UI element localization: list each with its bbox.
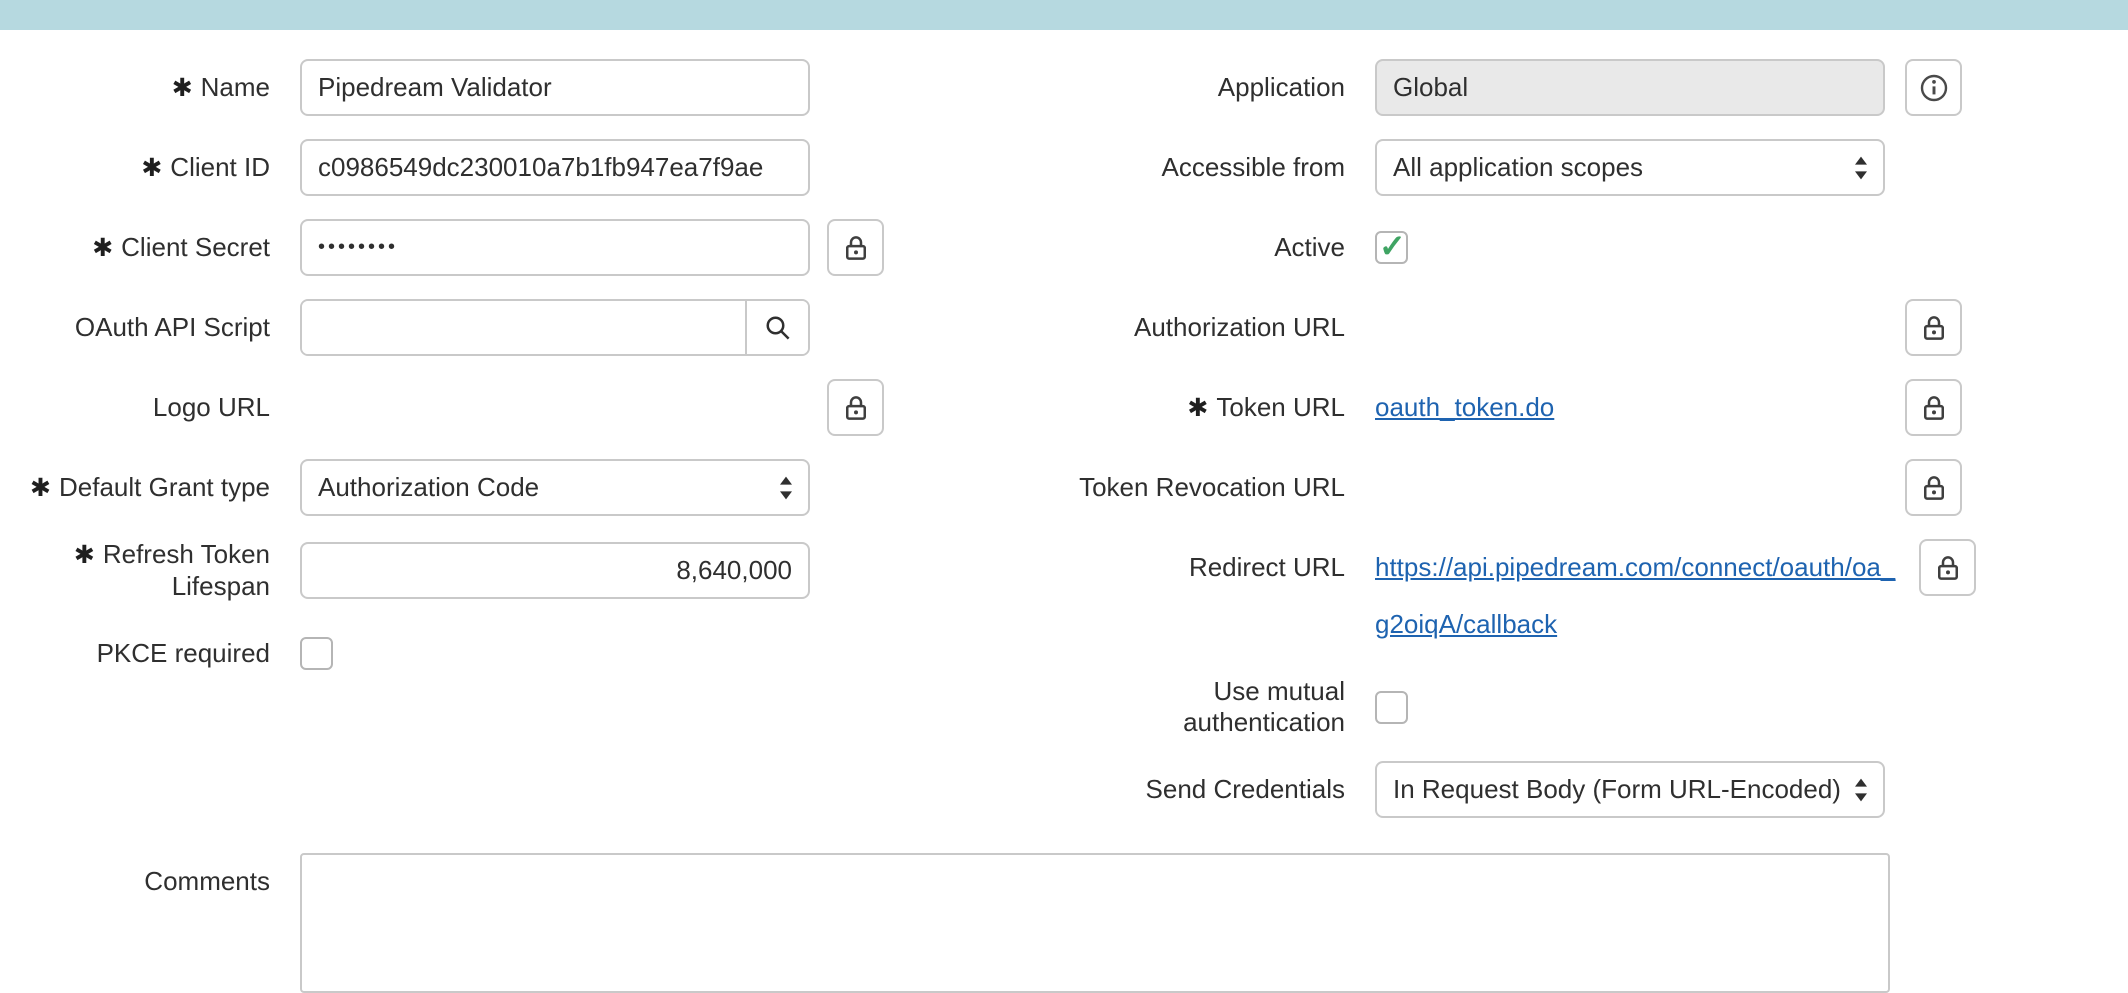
select-arrows-icon	[1853, 154, 1869, 182]
redirect-url-label: Redirect URL	[1045, 552, 1345, 583]
oauth-api-script-reference-group	[300, 299, 810, 356]
field-row-token-revocation-url: Token Revocation URL	[1045, 459, 1976, 516]
required-asterisk-icon: ✱	[1187, 394, 1208, 422]
refresh-token-lifespan-label: ✱Refresh Token Lifespan	[0, 539, 270, 602]
use-mutual-authentication-checkbox[interactable]	[1375, 691, 1408, 724]
authorization-url-lock-button[interactable]	[1905, 299, 1962, 356]
logo-url-lock-button[interactable]	[827, 379, 884, 436]
accessible-from-selected-value: All application scopes	[1393, 152, 1643, 183]
form-column-right: Application Accessible from All applicat…	[1045, 59, 1976, 841]
field-row-logo-url: Logo URL	[0, 379, 884, 436]
field-row-send-credentials: Send Credentials In Request Body (Form U…	[1045, 761, 1976, 818]
info-icon	[1918, 72, 1950, 104]
accessible-from-label: Accessible from	[1045, 152, 1345, 183]
lock-icon	[1919, 313, 1949, 343]
client-secret-input[interactable]	[300, 219, 810, 276]
default-grant-type-selected-value: Authorization Code	[318, 472, 539, 503]
client-secret-label: ✱Client Secret	[0, 232, 270, 264]
use-mutual-authentication-label: Use mutual authentication	[1045, 676, 1345, 738]
select-arrows-icon	[1853, 776, 1869, 804]
send-credentials-select[interactable]: In Request Body (Form URL-Encoded)	[1375, 761, 1885, 818]
field-row-use-mutual-authentication: Use mutual authentication	[1045, 676, 1976, 738]
required-asterisk-icon: ✱	[74, 541, 95, 569]
field-row-active: Active	[1045, 219, 1976, 276]
authorization-url-label: Authorization URL	[1045, 312, 1345, 343]
field-row-client-id: ✱Client ID	[0, 139, 884, 196]
field-row-pkce-required: PKCE required	[0, 625, 884, 682]
send-credentials-selected-value: In Request Body (Form URL-Encoded)	[1393, 774, 1841, 805]
lock-icon	[1919, 473, 1949, 503]
field-row-token-url: ✱Token URL oauth_token.do	[1045, 379, 1976, 436]
field-row-name: ✱Name	[0, 59, 884, 116]
required-asterisk-icon: ✱	[30, 474, 51, 502]
client-secret-lock-button[interactable]	[827, 219, 884, 276]
logo-url-empty-value	[300, 379, 810, 436]
token-revocation-url-label: Token Revocation URL	[1045, 472, 1345, 503]
lock-icon	[841, 393, 871, 423]
field-row-client-secret: ✱Client Secret	[0, 219, 884, 276]
comments-label: Comments	[0, 866, 270, 897]
redirect-url-link[interactable]: https://api.pipedream.com/connect/oauth/…	[1375, 552, 1895, 639]
authorization-url-empty-value	[1375, 299, 1885, 356]
active-label: Active	[1045, 232, 1345, 263]
refresh-token-lifespan-input[interactable]	[300, 542, 810, 599]
token-revocation-url-lock-button[interactable]	[1905, 459, 1962, 516]
field-row-default-grant-type: ✱Default Grant type Authorization Code	[0, 459, 884, 516]
required-asterisk-icon: ✱	[141, 154, 162, 182]
pkce-required-checkbox[interactable]	[300, 637, 333, 670]
lock-icon	[1933, 553, 1963, 583]
token-url-link[interactable]: oauth_token.do	[1375, 392, 1554, 423]
accessible-from-select[interactable]: All application scopes	[1375, 139, 1885, 196]
application-info-button[interactable]	[1905, 59, 1962, 116]
required-asterisk-icon: ✱	[172, 74, 193, 102]
search-icon	[763, 313, 793, 343]
token-revocation-url-empty-value	[1375, 459, 1885, 516]
oauth-api-script-input[interactable]	[302, 301, 745, 354]
field-row-authorization-url: Authorization URL	[1045, 299, 1976, 356]
form-column-left: ✱Name ✱Client ID ✱Client Secret OAuth AP…	[0, 59, 884, 705]
field-row-comments: Comments	[0, 853, 1890, 993]
top-header-strip	[0, 0, 2128, 30]
oauth-api-script-label: OAuth API Script	[0, 312, 270, 343]
select-arrows-icon	[778, 474, 794, 502]
name-input[interactable]	[300, 59, 810, 116]
lock-icon	[1919, 393, 1949, 423]
default-grant-type-select[interactable]: Authorization Code	[300, 459, 810, 516]
send-credentials-label: Send Credentials	[1045, 774, 1345, 805]
field-row-oauth-api-script: OAuth API Script	[0, 299, 884, 356]
oauth-api-script-lookup-button[interactable]	[745, 301, 808, 354]
lock-icon	[841, 233, 871, 263]
comments-textarea[interactable]	[300, 853, 1890, 993]
pkce-required-label: PKCE required	[0, 638, 270, 669]
name-label: ✱Name	[0, 72, 270, 104]
field-row-application: Application	[1045, 59, 1976, 116]
token-url-label: ✱Token URL	[1045, 392, 1345, 424]
client-id-input[interactable]	[300, 139, 810, 196]
default-grant-type-label: ✱Default Grant type	[0, 472, 270, 504]
field-row-accessible-from: Accessible from All application scopes	[1045, 139, 1976, 196]
logo-url-label: Logo URL	[0, 392, 270, 423]
client-id-label: ✱Client ID	[0, 152, 270, 184]
redirect-url-lock-button[interactable]	[1919, 539, 1976, 596]
token-url-lock-button[interactable]	[1905, 379, 1962, 436]
field-row-redirect-url: Redirect URL https://api.pipedream.com/c…	[1045, 539, 1976, 653]
active-checkbox[interactable]	[1375, 231, 1408, 264]
application-label: Application	[1045, 72, 1345, 103]
required-asterisk-icon: ✱	[92, 234, 113, 262]
application-input[interactable]	[1375, 59, 1885, 116]
field-row-refresh-token-lifespan: ✱Refresh Token Lifespan	[0, 539, 884, 602]
